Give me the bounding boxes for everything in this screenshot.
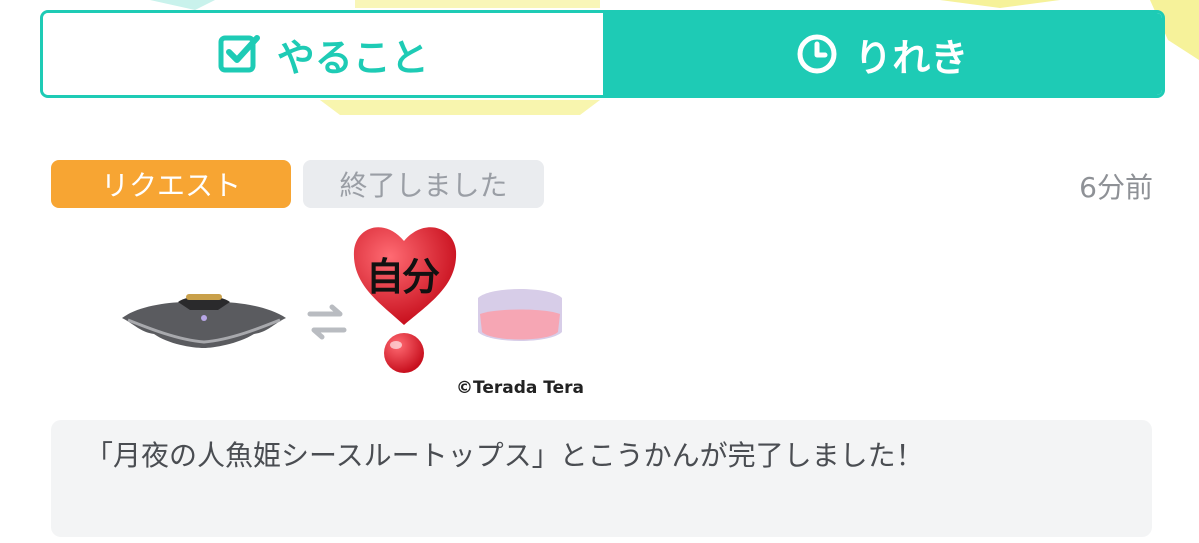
request-badge: リクエスト	[51, 160, 291, 208]
message-box: 「月夜の人魚姫シースルートップス」とこうかんが完了しました！	[51, 420, 1152, 537]
clock-icon	[797, 34, 837, 74]
timestamp: 6分前	[1079, 171, 1153, 204]
checkbox-icon	[218, 35, 260, 73]
tab-bar: やること りれき	[40, 10, 1165, 98]
tab-history[interactable]: りれき	[602, 13, 1162, 95]
sticker-label: 自分	[365, 255, 440, 299]
copyright-text: ©Terada Tera	[456, 378, 585, 398]
message-text: 「月夜の人魚姫シースルートップス」とこうかんが完了しました！	[85, 439, 924, 472]
tab-history-label: りれき	[854, 35, 969, 80]
item-thumbnail-given	[122, 294, 286, 348]
item-thumbnail-received	[478, 289, 562, 341]
status-badge: 終了しました	[303, 160, 544, 208]
swap-arrows-icon	[307, 304, 347, 340]
tab-todo-label: やること	[276, 35, 429, 80]
tab-todo[interactable]: やること	[43, 13, 603, 95]
